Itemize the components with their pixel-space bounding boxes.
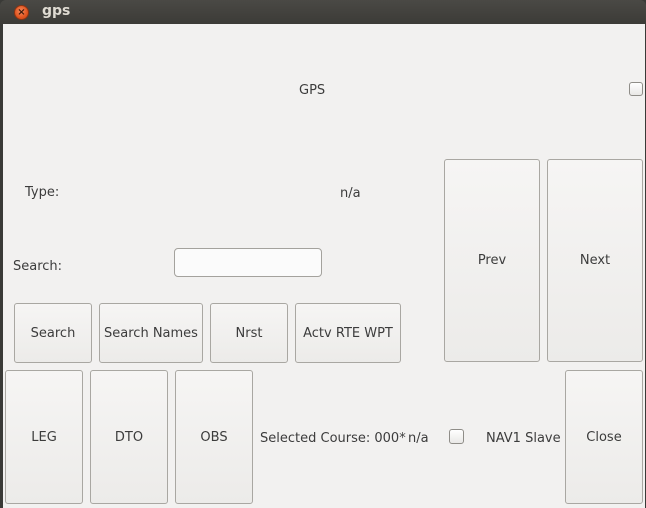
search-names-button[interactable]: Search Names: [99, 303, 203, 363]
nrst-button[interactable]: Nrst: [210, 303, 288, 363]
nav1-slave-checkbox[interactable]: [449, 429, 464, 444]
window-title: gps: [42, 3, 71, 19]
nav1-slave-label: NAV1 Slave: [486, 431, 561, 446]
search-label: Search:: [13, 259, 63, 274]
type-value: n/a: [340, 186, 361, 201]
gps-header-label: GPS: [299, 83, 326, 98]
gps-dialog: GPS Type: n/a Search: Prev Next Search S…: [3, 24, 645, 508]
search-input[interactable]: [174, 248, 322, 277]
selected-course-value: n/a: [408, 431, 429, 446]
type-label: Type:: [25, 185, 60, 200]
actv-rte-wpt-button[interactable]: Actv RTE WPT: [295, 303, 401, 363]
gps-toggle-checkbox[interactable]: [629, 82, 643, 96]
selected-course-label: Selected Course: 000*: [260, 431, 406, 446]
title-bar: × gps: [0, 0, 646, 24]
obs-button[interactable]: OBS: [175, 370, 253, 504]
window-close-icon[interactable]: ×: [14, 5, 29, 20]
dto-button[interactable]: DTO: [90, 370, 168, 504]
search-button[interactable]: Search: [14, 303, 92, 363]
close-button[interactable]: Close: [565, 370, 643, 504]
prev-button[interactable]: Prev: [444, 159, 540, 362]
next-button[interactable]: Next: [547, 159, 643, 362]
leg-button[interactable]: LEG: [5, 370, 83, 504]
